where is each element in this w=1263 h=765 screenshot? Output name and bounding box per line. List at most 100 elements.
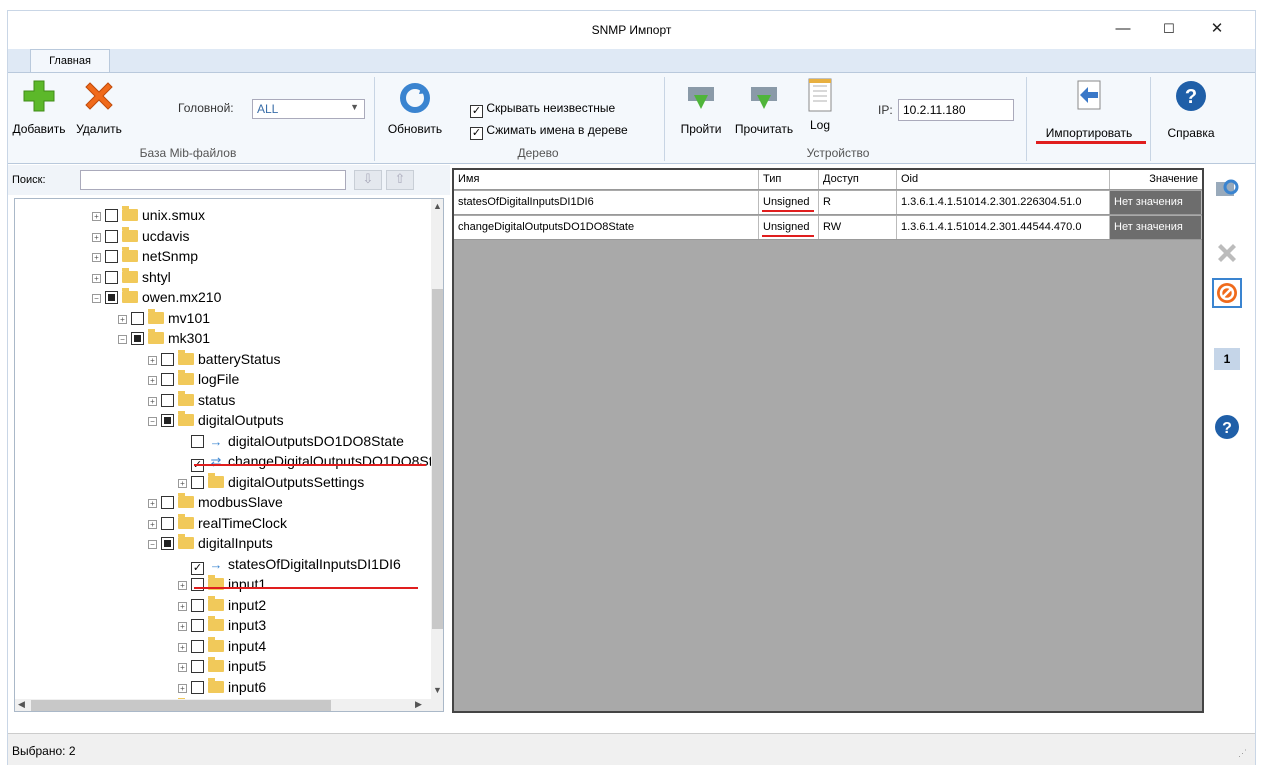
node-checkbox[interactable] bbox=[191, 680, 204, 694]
node-checkbox[interactable] bbox=[105, 229, 118, 243]
maximize-button[interactable]: ☐ bbox=[1146, 15, 1192, 43]
walk-button[interactable]: Пройти bbox=[676, 81, 726, 136]
expander-icon[interactable]: + bbox=[178, 663, 187, 672]
node-checkbox[interactable] bbox=[105, 250, 118, 263]
ip-input[interactable]: 10.2.11.180 bbox=[898, 99, 1014, 121]
tree-node[interactable]: + input5 bbox=[178, 656, 266, 676]
node-checkbox[interactable] bbox=[131, 332, 144, 345]
expander-icon[interactable]: + bbox=[148, 499, 157, 508]
tree-node[interactable]: + input2 bbox=[178, 595, 266, 615]
tree-node[interactable]: + status bbox=[148, 390, 235, 410]
col-header[interactable]: Oid bbox=[897, 170, 1110, 189]
chevron-down-icon[interactable]: ▼ bbox=[433, 685, 442, 695]
node-checkbox[interactable]: ✓ bbox=[191, 561, 204, 575]
remove-button[interactable]: Удалить bbox=[70, 79, 128, 136]
expander-icon[interactable]: − bbox=[148, 417, 157, 426]
tree-horizontal-scrollbar[interactable]: ◀ ▶ bbox=[15, 699, 443, 711]
expander-icon[interactable]: − bbox=[92, 294, 101, 303]
tree-node[interactable]: + batteryStatus bbox=[148, 349, 281, 369]
expander-icon[interactable]: + bbox=[92, 253, 101, 262]
help-button[interactable]: ? Справка bbox=[1156, 79, 1226, 140]
tree-node[interactable]: + mv101 bbox=[118, 308, 210, 328]
head-combo[interactable]: ALL ▼ bbox=[252, 99, 365, 119]
chevron-left-icon[interactable]: ◀ bbox=[18, 699, 25, 710]
expander-icon[interactable]: + bbox=[148, 519, 157, 529]
expander-icon[interactable]: + bbox=[178, 581, 187, 590]
tree-node[interactable]: + realTimeClock bbox=[148, 513, 287, 533]
node-checkbox[interactable] bbox=[105, 209, 118, 222]
node-checkbox[interactable] bbox=[191, 639, 204, 653]
delete-icon[interactable] bbox=[1214, 240, 1240, 269]
node-checkbox[interactable] bbox=[161, 516, 174, 530]
table-row[interactable]: statesOfDigitalInputsDI1DI6 Unsigned R 1… bbox=[454, 191, 1202, 215]
tree-node[interactable]: + digitalOutputsSettings bbox=[178, 472, 364, 492]
expander-icon[interactable]: + bbox=[92, 232, 101, 242]
log-button[interactable]: Log bbox=[800, 77, 840, 132]
help-icon[interactable]: ? bbox=[1214, 414, 1240, 443]
col-header[interactable]: Имя bbox=[454, 170, 759, 189]
node-checkbox[interactable] bbox=[191, 578, 204, 591]
tree-node[interactable]: ✓ → statesOfDigitalInputsDI1DI6 bbox=[178, 554, 401, 575]
expander-icon[interactable]: + bbox=[148, 355, 157, 365]
refresh-values-icon[interactable] bbox=[1214, 176, 1240, 205]
tree-node[interactable]: + netSnmp bbox=[92, 246, 198, 266]
tree-node[interactable]: ✓⇄changeDigitalOutputsDO1DO8State bbox=[178, 451, 443, 472]
tree-vertical-scrollbar[interactable]: ▲ ▼ bbox=[431, 199, 443, 699]
tree-node[interactable]: − digitalOutputs bbox=[148, 410, 284, 430]
tree-node[interactable]: + ucdavis bbox=[92, 226, 189, 246]
node-checkbox[interactable] bbox=[161, 352, 174, 366]
minimize-button[interactable]: — bbox=[1100, 15, 1146, 43]
read-button[interactable]: Прочитать bbox=[732, 81, 796, 136]
expander-icon[interactable]: + bbox=[148, 376, 157, 385]
tree-node[interactable]: + input4 bbox=[178, 636, 266, 656]
arrow-down-icon[interactable]: ⇩ bbox=[354, 170, 382, 190]
add-button[interactable]: Добавить bbox=[10, 79, 68, 136]
close-button[interactable]: ✕ bbox=[1194, 15, 1240, 43]
node-checkbox[interactable] bbox=[191, 598, 204, 612]
expander-icon[interactable]: + bbox=[178, 642, 187, 652]
hide-unknown-checkbox[interactable]: ✓ Скрывать неизвестные bbox=[470, 101, 615, 118]
chevron-right-icon[interactable]: ▶ bbox=[415, 699, 422, 710]
node-checkbox[interactable] bbox=[105, 291, 118, 304]
node-checkbox[interactable] bbox=[161, 537, 174, 550]
node-checkbox[interactable] bbox=[161, 373, 174, 386]
arrow-up-icon[interactable]: ⇧ bbox=[386, 170, 414, 190]
table-row[interactable]: changeDigitalOutputsDO1DO8State Unsigned… bbox=[454, 216, 1202, 240]
scroll-thumb[interactable] bbox=[432, 289, 443, 629]
expander-icon[interactable]: + bbox=[118, 314, 127, 324]
expander-icon[interactable]: + bbox=[178, 601, 187, 611]
node-checkbox[interactable] bbox=[131, 311, 144, 325]
expander-icon[interactable]: + bbox=[92, 212, 101, 221]
node-checkbox[interactable] bbox=[191, 619, 204, 632]
node-checkbox[interactable] bbox=[161, 496, 174, 509]
tree-node[interactable]: − mk301 bbox=[118, 328, 210, 348]
tree-node[interactable]: + input1 bbox=[178, 574, 266, 594]
node-checkbox[interactable] bbox=[105, 270, 118, 284]
tree-node[interactable]: → digitalOutputsDO1DO8State bbox=[178, 431, 404, 451]
checkbox-checked[interactable]: ✓ bbox=[470, 105, 483, 118]
resize-grip-icon[interactable]: ⋰ bbox=[1238, 748, 1247, 759]
expander-icon[interactable]: − bbox=[148, 540, 157, 549]
tree-node[interactable]: + input3 bbox=[178, 615, 266, 635]
scroll-thumb[interactable] bbox=[31, 700, 331, 711]
tree-node[interactable]: − owen.mx210 bbox=[92, 287, 221, 307]
tree-node[interactable]: + modbusSlave bbox=[148, 492, 283, 512]
expander-icon[interactable]: + bbox=[178, 683, 187, 693]
expander-icon[interactable]: + bbox=[148, 396, 157, 406]
node-checkbox[interactable] bbox=[161, 414, 174, 427]
tab-main[interactable]: Главная bbox=[30, 49, 110, 73]
col-header[interactable]: Значение bbox=[1110, 170, 1202, 189]
tree-node[interactable]: + unix.smux bbox=[92, 205, 205, 225]
expander-icon[interactable]: + bbox=[92, 273, 101, 283]
tree-node[interactable]: + input6 bbox=[178, 677, 266, 697]
compress-names-checkbox[interactable]: ✓ Сжимать имена в дереве bbox=[470, 123, 628, 140]
expander-icon[interactable]: + bbox=[178, 478, 187, 488]
search-input[interactable] bbox=[80, 170, 346, 190]
page-number[interactable]: 1 bbox=[1214, 348, 1240, 370]
import-button[interactable]: Импортировать bbox=[1034, 79, 1144, 140]
refresh-button[interactable]: Обновить bbox=[384, 81, 446, 136]
tree-node[interactable]: + logFile bbox=[148, 369, 239, 389]
node-checkbox[interactable] bbox=[191, 660, 204, 673]
checkbox-checked[interactable]: ✓ bbox=[470, 127, 483, 140]
node-checkbox[interactable] bbox=[191, 475, 204, 489]
